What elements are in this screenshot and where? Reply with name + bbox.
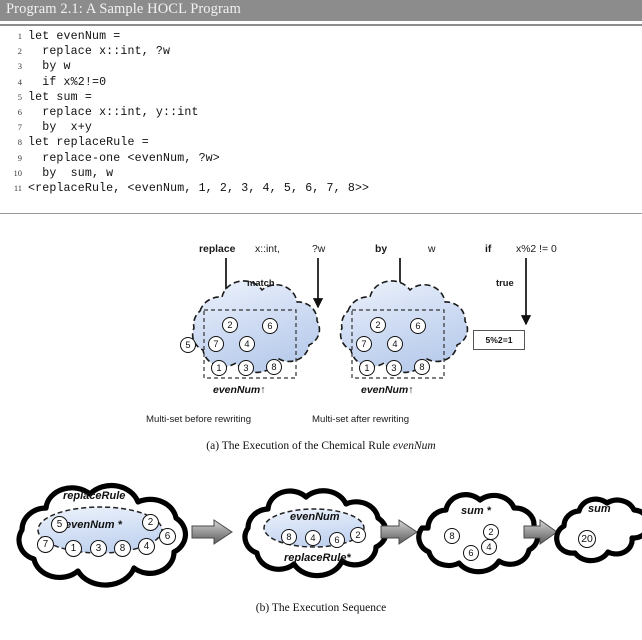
cloud-before-name-label: evenNum↑ bbox=[213, 384, 266, 396]
cloud-after-circle-3: 3 bbox=[386, 360, 402, 376]
seq2-circle-8: 8 bbox=[281, 529, 297, 545]
figure-b-caption: (b) The Execution Sequence bbox=[255, 602, 387, 614]
seq1-circle-4: 4 bbox=[138, 538, 155, 555]
seq4-circle-20: 20 bbox=[578, 530, 596, 548]
cloud-before-circle-3: 3 bbox=[238, 360, 254, 376]
code-line: 11 <replaceRule, <evenNum, 1, 2, 3, 4, 5,… bbox=[0, 182, 642, 197]
seq1-circle-5: 5 bbox=[51, 516, 68, 533]
cloud-after-sublabel: Multi-set after rewriting bbox=[312, 414, 410, 425]
figure-a-caption-prefix: (a) The Execution of the Chemical Rule bbox=[206, 440, 393, 452]
figure-b: replaceRule evenNum * 5 2 7 1 3 8 4 6 evenNum repla… bbox=[0, 468, 642, 640]
cloud-before-circle-2: 2 bbox=[222, 317, 238, 333]
code-line: 6 replace x::int, y::int bbox=[0, 106, 642, 121]
code-line-text: let sum = bbox=[28, 90, 92, 104]
seq2-circle-6: 6 bbox=[329, 532, 345, 548]
seq2-outer-label: replaceRule* bbox=[284, 552, 351, 564]
seq1-circle-1: 1 bbox=[65, 540, 82, 557]
code-line-number: 11 bbox=[13, 182, 22, 193]
code-line-text: by w bbox=[28, 60, 71, 74]
cloud-before-circle-1: 1 bbox=[211, 360, 227, 376]
seq3-circle-6: 6 bbox=[463, 545, 479, 561]
cloud-before-circle-4: 4 bbox=[239, 336, 255, 352]
seq3-circle-4: 4 bbox=[481, 539, 497, 555]
cloud-after-name-label: evenNum↑ bbox=[361, 384, 414, 396]
seq2-circle-4: 4 bbox=[305, 530, 321, 546]
rule-term-0: replace bbox=[199, 244, 236, 255]
code-line-text: replace x::int, ?w bbox=[28, 45, 171, 59]
cloud-before-sublabel: Multi-set before rewriting bbox=[146, 414, 252, 425]
code-line-number: 2 bbox=[17, 46, 22, 57]
figure-a: replace x::int, ?w by w if x%2 != 0 match true … bbox=[0, 232, 642, 452]
code-line-text: by sum, w bbox=[28, 166, 114, 180]
seq1-circle-6: 6 bbox=[159, 528, 176, 545]
cloud-before-circle-8: 8 bbox=[266, 359, 282, 375]
code-line-number: 4 bbox=[17, 76, 22, 87]
code-listing: 1 let evenNum = 2 replace x::int, ?w 3 by w… bbox=[0, 30, 642, 197]
cloud-before-circle-7: 7 bbox=[208, 336, 224, 352]
seq1-circle-8: 8 bbox=[114, 540, 131, 557]
seq3-circle-2: 2 bbox=[483, 524, 499, 540]
sequence-arrow-1 bbox=[191, 519, 233, 545]
rule-term-1: x::int, bbox=[255, 244, 280, 255]
figure-a-caption-italic: evenNum bbox=[392, 440, 436, 452]
code-line: 2 replace x::int, ?w bbox=[0, 45, 642, 60]
cloud-after-circle-1: 1 bbox=[359, 360, 375, 376]
code-line-text: replace x::int, y::int bbox=[28, 105, 199, 119]
listing-caption-text: Program 2.1: A Sample HOCL Program bbox=[6, 1, 241, 17]
code-line-text: <replaceRule, <evenNum, 1, 2, 3, 4, 5, 6… bbox=[28, 181, 370, 195]
code-line-number: 5 bbox=[17, 91, 22, 102]
figure-b-graphics bbox=[16, 482, 642, 588]
code-line-number: 7 bbox=[17, 122, 22, 133]
cloud-after-circle-4: 4 bbox=[387, 336, 403, 352]
rule-term-5: if bbox=[485, 244, 492, 255]
code-line: 10 by sum, w bbox=[0, 167, 642, 182]
cloud-before-circle-5: 5 bbox=[180, 337, 196, 353]
cloud-after-circle-6: 6 bbox=[410, 318, 426, 334]
code-line: 1 let evenNum = bbox=[0, 30, 642, 45]
code-line-number: 6 bbox=[17, 106, 22, 117]
cloud-before-circle-6: 6 bbox=[262, 318, 278, 334]
seq2-inner-label: evenNum bbox=[290, 511, 340, 523]
seq1-circle-7: 7 bbox=[37, 536, 54, 553]
code-line: 5 let sum = bbox=[0, 91, 642, 106]
code-line-number: 1 bbox=[17, 31, 22, 41]
code-line: 8 let replaceRule = bbox=[0, 136, 642, 151]
seq1-outer-label: replaceRule bbox=[63, 490, 126, 502]
code-line-text: replace-one <evenNum, ?w> bbox=[28, 151, 220, 165]
annotation-true: true bbox=[496, 277, 514, 288]
seq1-circle-2: 2 bbox=[142, 514, 159, 531]
code-line-text: if x%2!=0 bbox=[28, 75, 107, 89]
code-line-text: let replaceRule = bbox=[28, 136, 149, 150]
seq3-circle-8: 8 bbox=[444, 528, 460, 544]
seq2-circle-2: 2 bbox=[350, 527, 366, 543]
code-line: 4 if x%2!=0 bbox=[0, 76, 642, 91]
code-line: 3 by w bbox=[0, 60, 642, 75]
listing-bottom-rule bbox=[0, 213, 642, 214]
cloud-after-circle-8: 8 bbox=[414, 359, 430, 375]
rule-term-2: ?w bbox=[312, 244, 326, 255]
seq4-outer-label: sum bbox=[588, 503, 611, 515]
annotation-match: match bbox=[247, 277, 275, 288]
seq1-circle-3: 3 bbox=[90, 540, 107, 557]
code-line-number: 10 bbox=[13, 167, 23, 178]
cloud-after-circle-7: 7 bbox=[356, 336, 372, 352]
listing-caption-bar: Program 2.1: A Sample HOCL Program bbox=[0, 0, 642, 21]
code-line-number: 8 bbox=[17, 137, 22, 148]
code-line-text: by x+y bbox=[28, 121, 92, 135]
code-line-number: 3 bbox=[17, 61, 22, 72]
code-line-text: let evenNum = bbox=[28, 30, 121, 43]
caption-rule bbox=[0, 24, 642, 26]
seq3-outer-label: sum * bbox=[461, 505, 491, 517]
code-line: 7 by x+y bbox=[0, 121, 642, 136]
figure-a-caption: (a) The Execution of the Chemical Rule e… bbox=[0, 440, 642, 452]
code-line: 9 replace-one <evenNum, ?w> bbox=[0, 152, 642, 167]
seq1-inner-label: evenNum * bbox=[65, 519, 122, 531]
cloud-after-circle-2: 2 bbox=[370, 317, 386, 333]
calc-result-box: 5%2=1 bbox=[473, 330, 525, 350]
rule-term-3: by bbox=[375, 244, 388, 255]
code-line-number: 9 bbox=[17, 152, 22, 163]
rule-term-4: w bbox=[428, 244, 436, 255]
rule-term-6: x%2 != 0 bbox=[516, 244, 557, 255]
